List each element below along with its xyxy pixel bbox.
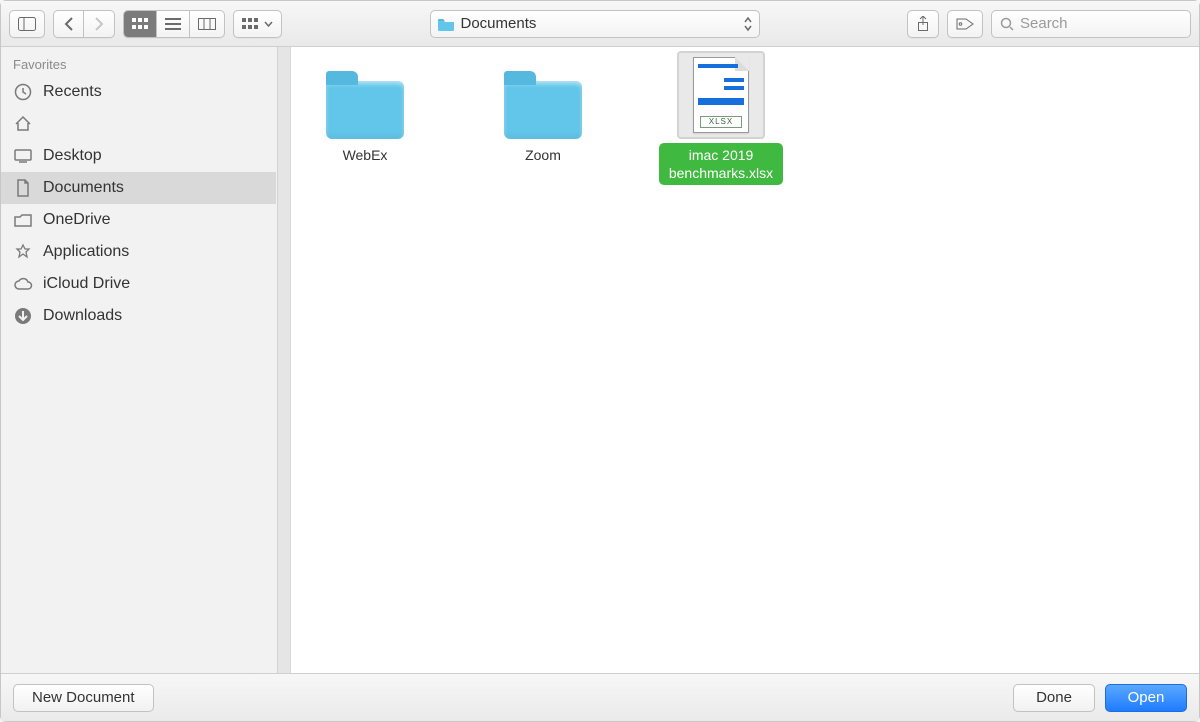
file-grid[interactable]: WebEx Zoom XLSX imac 2019 benchmarks.xls… <box>291 47 1199 673</box>
new-document-label: New Document <box>32 689 135 706</box>
nav-back-forward <box>53 10 115 38</box>
sidebar-item-applications[interactable]: Applications <box>1 236 276 268</box>
toggle-sidebar-button[interactable] <box>9 10 45 38</box>
sidebar-item-documents[interactable]: Documents <box>1 172 276 204</box>
view-mode-segment <box>123 10 225 38</box>
search-icon <box>1000 17 1014 31</box>
file-label: imac 2019 benchmarks.xlsx <box>661 145 781 183</box>
group-by-button[interactable] <box>233 10 282 38</box>
tag-icon <box>956 17 974 31</box>
body: Favorites Recents Desktop <box>1 47 1199 673</box>
toolbar: Documents S <box>1 1 1199 47</box>
xlsx-icon: XLSX <box>677 51 765 139</box>
clock-icon <box>13 83 33 101</box>
document-icon <box>13 179 33 197</box>
icon-view-button[interactable] <box>124 11 157 37</box>
share-button[interactable] <box>907 10 939 38</box>
desktop-icon <box>13 149 33 163</box>
forward-button[interactable] <box>84 11 114 37</box>
sidebar-item-label: Desktop <box>43 147 102 165</box>
search-placeholder: Search <box>1020 15 1068 32</box>
back-button[interactable] <box>54 11 84 37</box>
columns-icon <box>198 18 216 30</box>
up-down-chevrons-icon <box>743 16 753 32</box>
sidebar-item-recents[interactable]: Recents <box>1 76 276 108</box>
open-file-dialog: Documents S <box>0 0 1200 722</box>
location-label: Documents <box>461 15 537 32</box>
sidebar-item-label: iCloud Drive <box>43 275 130 293</box>
cloud-icon <box>13 277 33 291</box>
folder-icon <box>326 81 404 139</box>
done-label: Done <box>1036 689 1072 706</box>
sidebar-item-icloud[interactable]: iCloud Drive <box>1 268 276 300</box>
list-view-button[interactable] <box>157 11 190 37</box>
folder-icon <box>437 17 455 31</box>
chevron-down-icon <box>264 21 273 27</box>
open-button[interactable]: Open <box>1105 684 1187 712</box>
folder-tile[interactable]: Zoom <box>483 57 603 183</box>
open-label: Open <box>1128 689 1165 706</box>
scrollbar-thumb[interactable] <box>279 50 289 394</box>
folder-icon <box>504 81 582 139</box>
sidebar-icon <box>18 17 36 31</box>
done-button[interactable]: Done <box>1013 684 1095 712</box>
file-label: WebEx <box>339 145 392 165</box>
download-icon <box>13 307 33 325</box>
share-icon <box>916 16 930 32</box>
chevron-right-icon <box>94 17 104 31</box>
search-field[interactable]: Search <box>991 10 1191 38</box>
applications-icon <box>13 243 33 261</box>
location-popup[interactable]: Documents <box>430 10 760 38</box>
sidebar-item-label: Documents <box>43 179 124 197</box>
sidebar-item-label: Recents <box>43 83 102 101</box>
sidebar-item-onedrive[interactable]: OneDrive <box>1 204 276 236</box>
column-view-button[interactable] <box>190 11 224 37</box>
file-tile[interactable]: XLSX imac 2019 benchmarks.xlsx <box>661 57 781 183</box>
footer: New Document Done Open <box>1 673 1199 721</box>
sidebar: Favorites Recents Desktop <box>1 47 291 673</box>
tags-button[interactable] <box>947 10 983 38</box>
sidebar-item-downloads[interactable]: Downloads <box>1 300 276 332</box>
sidebar-item-label: Applications <box>43 243 129 261</box>
file-label: Zoom <box>521 145 565 165</box>
sidebar-item-label: Downloads <box>43 307 122 325</box>
sidebar-item-home[interactable] <box>1 108 276 140</box>
folder-icon <box>13 213 33 227</box>
list-icon <box>165 18 181 30</box>
house-icon <box>13 115 33 133</box>
grid-icon <box>132 18 148 30</box>
folder-tile[interactable]: WebEx <box>305 57 425 183</box>
gallery-icon <box>242 18 260 30</box>
sidebar-section-title: Favorites <box>1 47 290 76</box>
file-extension-badge: XLSX <box>700 116 742 128</box>
sidebar-item-label: OneDrive <box>43 211 111 229</box>
chevron-left-icon <box>64 17 74 31</box>
sidebar-item-desktop[interactable]: Desktop <box>1 140 276 172</box>
new-document-button[interactable]: New Document <box>13 684 154 712</box>
